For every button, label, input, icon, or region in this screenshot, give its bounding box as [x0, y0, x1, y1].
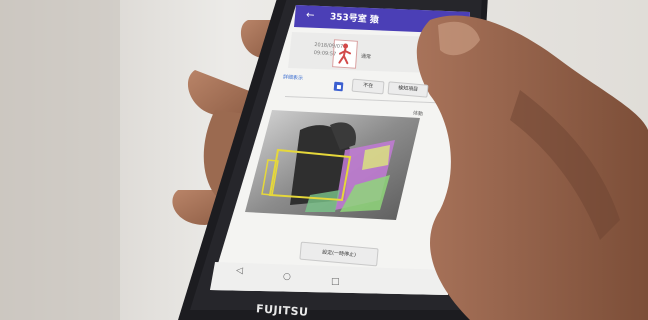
- circle-home-icon[interactable]: ○: [283, 272, 291, 282]
- detection-items-button[interactable]: 検知項目: [387, 81, 429, 98]
- photo-scene: ← 353号室 猿 2018/09/07 09:09:57 通常 詳細表示 不在…: [0, 0, 648, 320]
- square-recent-icon[interactable]: □: [331, 277, 340, 287]
- timestamp: 2018/09/07 09:09:57: [313, 41, 344, 59]
- triangle-back-icon[interactable]: ◁: [236, 266, 244, 276]
- image-corner-label: 体動: [412, 110, 424, 118]
- settings-pause-button[interactable]: 設定(一時停止): [299, 241, 379, 267]
- back-arrow-icon[interactable]: ←: [306, 10, 315, 22]
- screen-title: 353号室 猿: [329, 12, 380, 26]
- absent-button[interactable]: 不在: [351, 78, 385, 95]
- detail-link[interactable]: 詳細表示: [283, 73, 303, 81]
- status-label: 通常: [360, 53, 372, 61]
- checkbox[interactable]: [333, 81, 344, 92]
- brand-logo: FUJITSU: [255, 302, 309, 319]
